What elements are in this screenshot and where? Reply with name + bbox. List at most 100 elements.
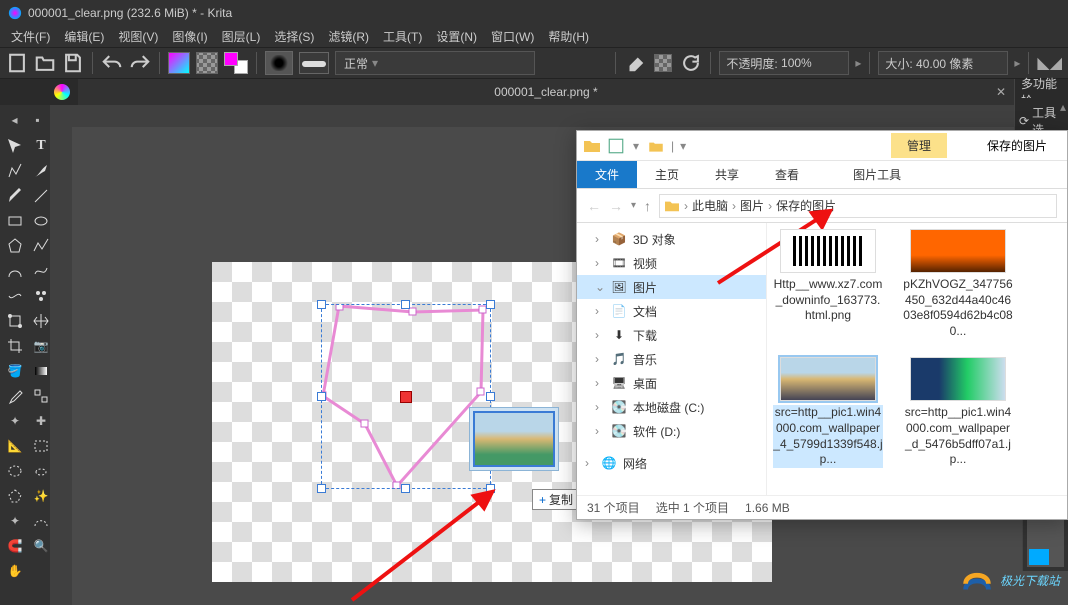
blend-mode-select[interactable]: 正常 (335, 51, 535, 75)
redo-icon[interactable] (129, 52, 151, 74)
ribbon-view[interactable]: 查看 (757, 161, 817, 188)
document-tab[interactable]: 000001_clear.png * ✕ (78, 79, 1014, 105)
tree-item[interactable]: ›📄文档 (577, 299, 766, 323)
panel-close-icon[interactable]: ▴ (1060, 100, 1066, 114)
menu-view[interactable]: 视图(V) (111, 28, 165, 45)
qat-up-icon[interactable]: ▾ (627, 137, 645, 155)
rectangle-tool-icon[interactable] (4, 210, 26, 232)
explorer-titlebar[interactable]: ▾ | ▾ 管理 保存的图片 (577, 131, 1067, 161)
transform-bounding-box[interactable] (321, 304, 491, 489)
menu-layer[interactable]: 图层(L) (215, 28, 268, 45)
expand-toolbox-icon[interactable]: ▪ (27, 109, 48, 131)
ribbon-home[interactable]: 主页 (637, 161, 697, 188)
select-poly-tool-icon[interactable] (4, 485, 26, 507)
color-picker-tool-icon[interactable] (4, 385, 26, 407)
nav-up-icon[interactable]: ↑ (644, 198, 651, 214)
select-contiguous-tool-icon[interactable]: ✨ (30, 485, 52, 507)
opacity-field[interactable]: 不透明度: 100% (719, 51, 849, 75)
open-file-icon[interactable] (34, 52, 56, 74)
brush-stroke-preview[interactable] (299, 52, 329, 74)
select-rect-tool-icon[interactable] (30, 435, 52, 457)
nav-back-icon[interactable]: ← (587, 198, 601, 214)
bezier-tool-icon[interactable] (4, 260, 26, 282)
gradient-preset-icon[interactable] (168, 52, 190, 74)
save-file-icon[interactable] (62, 52, 84, 74)
polygon-tool-icon[interactable] (4, 235, 26, 257)
dynamic-brush-tool-icon[interactable] (4, 285, 26, 307)
measure-tool-icon[interactable]: 📐 (4, 435, 26, 457)
explorer-file-pane[interactable]: Http__www.xz7.com_downinfo_163773.html.p… (767, 223, 1067, 495)
select-similar-tool-icon[interactable]: ✦ (4, 510, 26, 532)
ribbon-share[interactable]: 共享 (697, 161, 757, 188)
polyline-tool-icon[interactable] (30, 235, 52, 257)
tree-item[interactable]: ›🖥桌面 (577, 371, 766, 395)
drag-copy-badge: +复制 (532, 489, 580, 510)
select-ellipse-tool-icon[interactable] (4, 460, 26, 482)
eraser-icon[interactable] (624, 52, 646, 74)
color-swatch[interactable] (224, 52, 248, 74)
tree-item-network[interactable]: ›🌐网络 (577, 451, 766, 475)
file-item[interactable]: src=http__pic1.win4000.com_wallpaper_4_5… (773, 357, 883, 467)
transform-tool-icon[interactable] (4, 310, 26, 332)
nav-forward-icon[interactable]: → (609, 198, 623, 214)
undo-icon[interactable] (101, 52, 123, 74)
qat-new-folder-icon[interactable] (647, 137, 665, 155)
menu-edit[interactable]: 编辑(E) (57, 28, 111, 45)
move-tool-icon[interactable] (4, 135, 26, 157)
menu-settings[interactable]: 设置(N) (429, 28, 484, 45)
brush-tool-icon[interactable] (4, 185, 26, 207)
close-tab-icon[interactable]: ✕ (996, 85, 1006, 99)
assistants-tool-icon[interactable]: ✚ (30, 410, 52, 432)
pattern-edit-tool-icon[interactable] (30, 385, 52, 407)
reload-preset-icon[interactable] (680, 52, 702, 74)
select-bezier-tool-icon[interactable] (30, 510, 52, 532)
nav-recent-icon[interactable]: ▾ (631, 200, 636, 211)
menu-select[interactable]: 选择(S) (267, 28, 321, 45)
transform-center-icon[interactable] (400, 391, 412, 403)
mirror-horizontal-icon[interactable]: ◣◢ (1037, 53, 1062, 73)
reference-tool-icon[interactable]: 📷 (30, 335, 52, 357)
ribbon-picture-tools[interactable]: 图片工具 (835, 161, 919, 188)
ellipse-tool-icon[interactable] (30, 210, 52, 232)
menu-file[interactable]: 文件(F) (4, 28, 57, 45)
select-magnetic-tool-icon[interactable]: 🧲 (4, 535, 26, 557)
new-file-icon[interactable] (6, 52, 28, 74)
pattern-preset-icon[interactable] (196, 52, 218, 74)
tree-item[interactable]: ›🎵音乐 (577, 347, 766, 371)
select-lasso-tool-icon[interactable] (30, 460, 52, 482)
smart-patch-tool-icon[interactable]: ✦ (4, 410, 26, 432)
calligraphy-tool-icon[interactable] (30, 160, 52, 182)
qat-properties-icon[interactable] (607, 137, 625, 155)
window-title: 000001_clear.png (232.6 MiB) * - Krita (28, 6, 232, 20)
krita-logo-icon (8, 6, 22, 20)
explorer-context-tab[interactable]: 管理 (891, 133, 947, 158)
zoom-tool-icon[interactable]: 🔍 (30, 535, 52, 557)
gradient-tool-icon[interactable] (30, 360, 52, 382)
edit-shapes-tool-icon[interactable] (4, 160, 26, 182)
menu-image[interactable]: 图像(I) (165, 28, 214, 45)
ribbon-file[interactable]: 文件 (577, 161, 637, 188)
tree-item[interactable]: ›💽软件 (D:) (577, 419, 766, 443)
text-tool-icon[interactable]: T (30, 135, 52, 157)
brush-size-field[interactable]: 大小: 40.00 像素 (878, 51, 1008, 75)
menu-help[interactable]: 帮助(H) (541, 28, 596, 45)
move-layer-tool-icon[interactable] (30, 310, 52, 332)
fill-tool-icon[interactable]: 🪣 (4, 360, 26, 382)
qat-dropdown-icon[interactable]: ▾ (680, 139, 686, 153)
file-explorer-window[interactable]: ▾ | ▾ 管理 保存的图片 文件 主页 共享 查看 图片工具 ← → ▾ ↑ … (576, 130, 1068, 520)
multibrush-tool-icon[interactable] (30, 285, 52, 307)
pan-tool-icon[interactable]: ✋ (4, 560, 26, 582)
brush-preset-icon[interactable] (265, 51, 293, 75)
crop-tool-icon[interactable] (4, 335, 26, 357)
collapse-toolbox-icon[interactable]: ◂ (4, 109, 25, 131)
line-tool-icon[interactable] (30, 185, 52, 207)
menu-tools[interactable]: 工具(T) (376, 28, 429, 45)
alpha-lock-icon[interactable] (652, 52, 674, 74)
tree-item[interactable]: ›💽本地磁盘 (C:) (577, 395, 766, 419)
menu-window[interactable]: 窗口(W) (484, 28, 541, 45)
file-item[interactable]: src=http__pic1.win4000.com_wallpaper_d_5… (903, 357, 1013, 467)
freehand-path-tool-icon[interactable] (30, 260, 52, 282)
menu-filter[interactable]: 滤镜(R) (321, 28, 376, 45)
tree-item[interactable]: ›⬇下载 (577, 323, 766, 347)
file-item[interactable]: pKZhVOGZ_347756450_632d44a40c4603e8f0594… (903, 229, 1013, 339)
